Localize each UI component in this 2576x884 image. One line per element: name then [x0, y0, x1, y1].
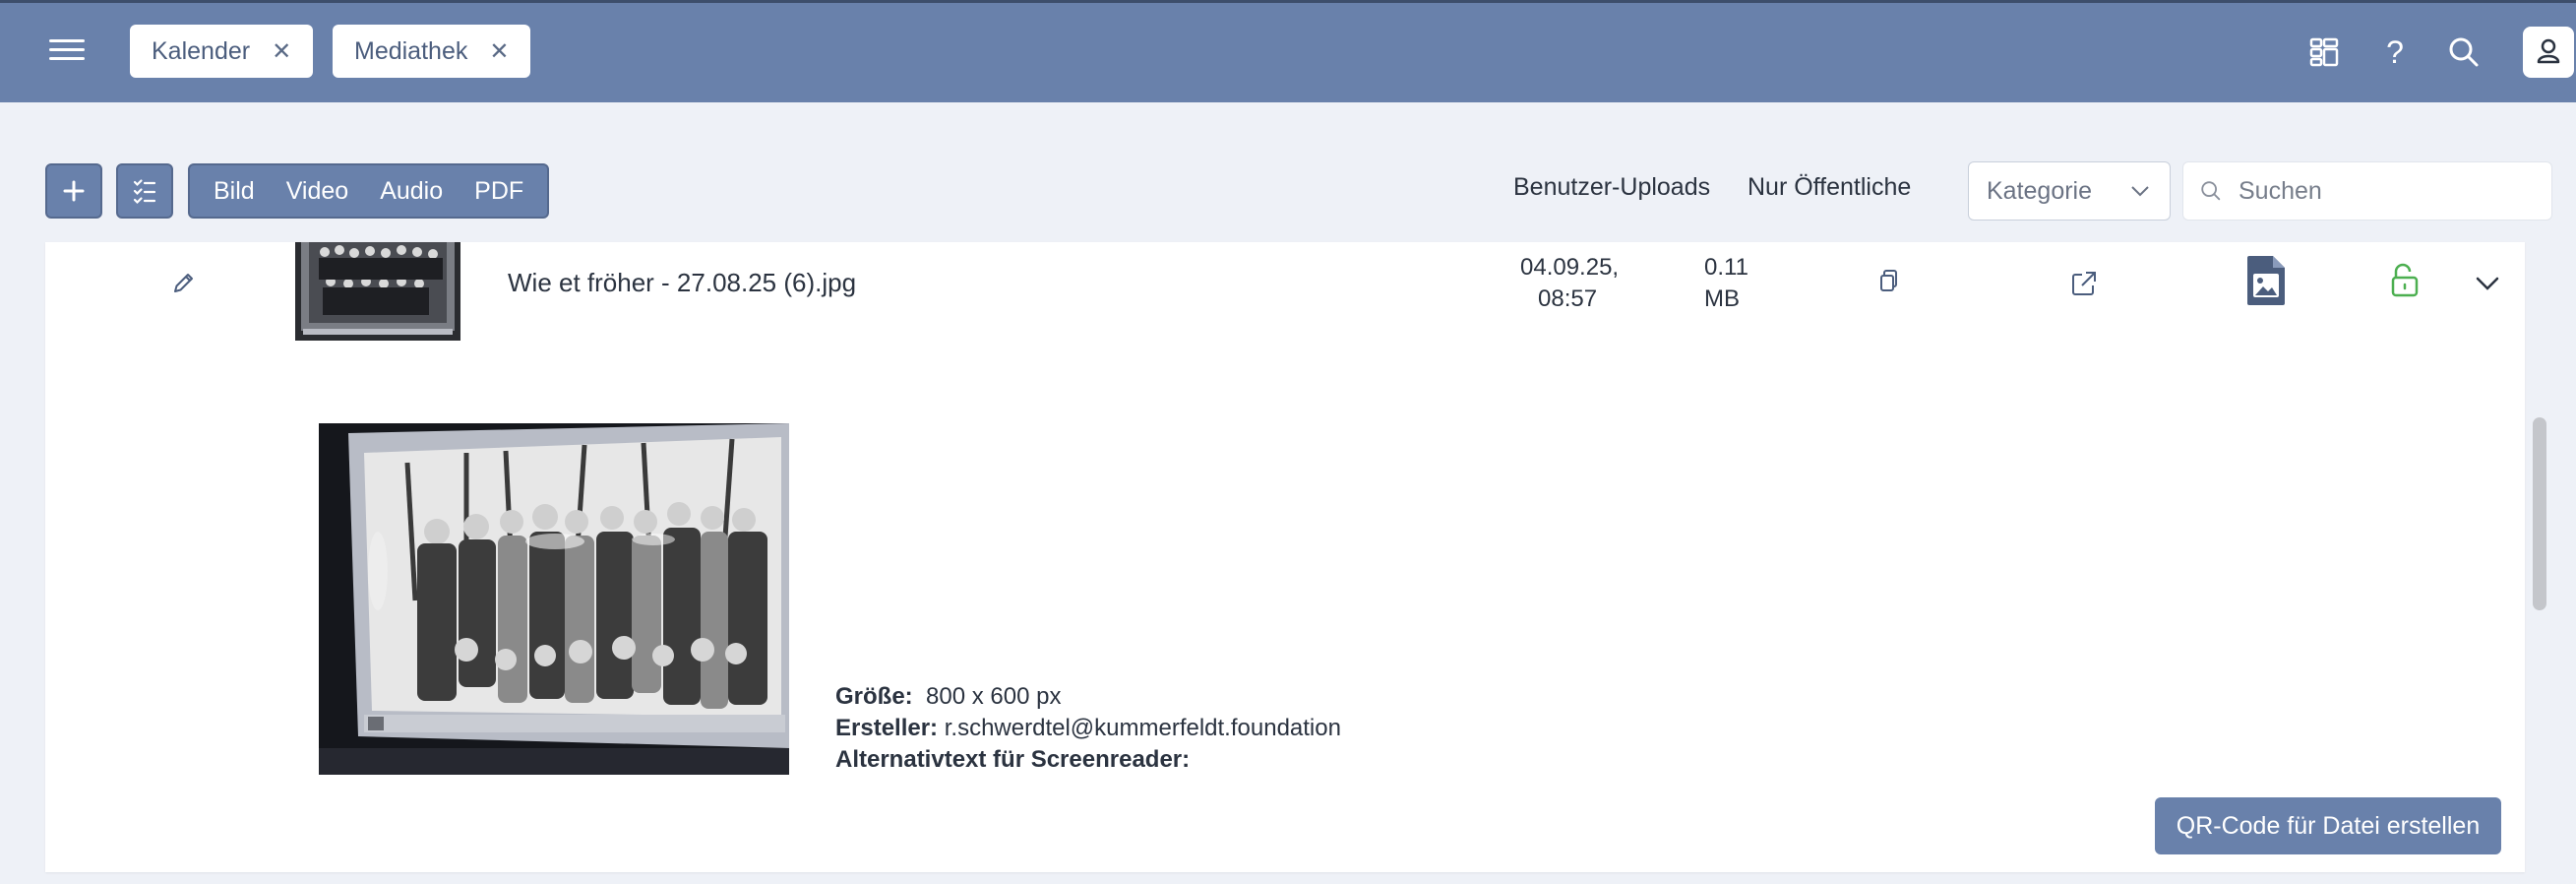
detail-alt-text: Alternativtext für Screenreader: [835, 744, 1341, 776]
create-qr-code-button[interactable]: QR-Code für Datei erstellen [2155, 797, 2501, 854]
hamburger-icon[interactable] [49, 34, 85, 70]
file-name: Wie et fröher - 27.08.25 (6).jpg [508, 268, 857, 297]
close-icon[interactable]: ✕ [272, 37, 291, 66]
search-icon [2201, 181, 2221, 201]
top-bar: Kalender ✕ Mediathek ✕ ? [0, 0, 2576, 102]
copy-icon[interactable] [1870, 266, 1905, 306]
search-box [2182, 161, 2552, 221]
tab-label: Mediathek [354, 36, 468, 65]
category-label: Kategorie [1987, 176, 2093, 205]
detail-size-value: 800 x 600 px [926, 683, 1062, 710]
media-type-filter: Bild Video Audio PDF [188, 163, 550, 219]
public-only-filter[interactable]: Nur Öffentliche [1748, 173, 1911, 202]
detail-size: Größe: 800 x 600 px [835, 681, 1341, 713]
user-uploads-filter[interactable]: Benutzer-Uploads [1513, 173, 1710, 202]
scrollbar-thumb[interactable] [2533, 417, 2546, 610]
chevron-down-icon [2131, 186, 2149, 197]
tab-kalender[interactable]: Kalender ✕ [130, 25, 314, 78]
search-icon[interactable] [2444, 32, 2484, 72]
plus-icon [63, 180, 85, 202]
upload-date: 04.09.25, 08:57 [1520, 252, 1628, 315]
external-link-icon[interactable] [2066, 266, 2102, 306]
user-menu-button[interactable] [2523, 27, 2574, 78]
detail-creator: Ersteller: r.schwerdtel@kummerfeldt.foun… [835, 713, 1341, 744]
chevron-down-icon[interactable] [2472, 268, 2503, 304]
filter-pdf[interactable]: PDF [459, 177, 539, 206]
detail-size-label: Größe: [835, 683, 913, 710]
public-unlocked-icon[interactable] [2387, 260, 2423, 304]
edit-icon[interactable] [165, 268, 201, 304]
add-button[interactable] [45, 163, 102, 219]
select-mode-button[interactable] [116, 163, 173, 219]
file-thumbnail[interactable] [295, 242, 460, 341]
close-icon[interactable]: ✕ [489, 37, 509, 66]
file-size-value: 0.11 [1704, 254, 1748, 281]
grid-layout-icon[interactable] [2304, 32, 2344, 72]
filter-audio[interactable]: Audio [364, 177, 459, 206]
detail-creator-label: Ersteller: [835, 715, 939, 741]
file-size: 0.11 MB [1704, 252, 1748, 315]
tab-label: Kalender [152, 36, 251, 65]
search-input[interactable] [2237, 175, 2536, 207]
file-details: Größe: 800 x 600 px Ersteller: r.schwerd… [835, 681, 1341, 776]
upload-date-day: 04.09.25, [1520, 254, 1620, 281]
filter-video[interactable]: Video [271, 177, 365, 206]
detail-alt-label: Alternativtext für Screenreader: [835, 746, 1191, 773]
tab-mediathek[interactable]: Mediathek ✕ [333, 25, 531, 78]
checklist-icon [133, 179, 156, 205]
detail-creator-value: r.schwerdtel@kummerfeldt.foundation [944, 715, 1341, 741]
filter-bild[interactable]: Bild [198, 177, 271, 206]
category-select[interactable]: Kategorie [1968, 161, 2171, 221]
user-icon [2537, 38, 2560, 64]
image-file-icon [2245, 254, 2287, 312]
image-preview [319, 423, 789, 775]
file-size-unit: MB [1704, 285, 1740, 312]
help-icon[interactable]: ? [2375, 32, 2415, 72]
upload-date-time: 08:57 [1538, 285, 1598, 312]
